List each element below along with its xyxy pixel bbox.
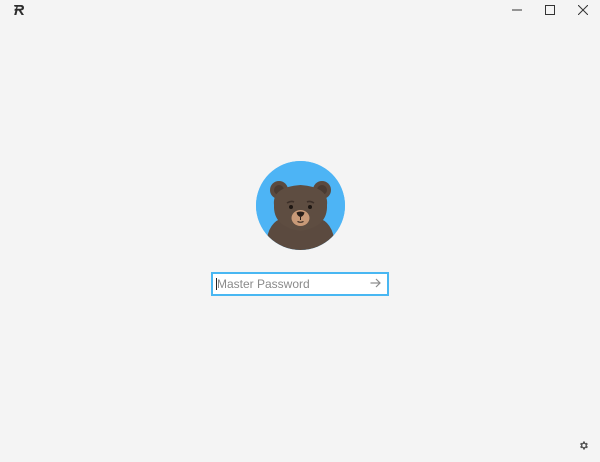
gear-icon	[578, 438, 589, 456]
arrow-right-icon	[370, 275, 381, 293]
app-logo-icon	[12, 3, 26, 17]
bear-avatar-icon	[256, 161, 345, 250]
maximize-icon	[544, 2, 555, 20]
master-password-input[interactable]	[217, 274, 365, 294]
minimize-button[interactable]	[500, 0, 533, 22]
close-icon	[577, 2, 588, 20]
close-button[interactable]	[566, 0, 599, 22]
master-password-box	[211, 272, 389, 296]
minimize-icon	[511, 2, 522, 20]
submit-password-button[interactable]	[365, 274, 385, 294]
maximize-button[interactable]	[533, 0, 566, 22]
title-bar	[0, 0, 600, 22]
settings-button[interactable]	[576, 440, 590, 454]
